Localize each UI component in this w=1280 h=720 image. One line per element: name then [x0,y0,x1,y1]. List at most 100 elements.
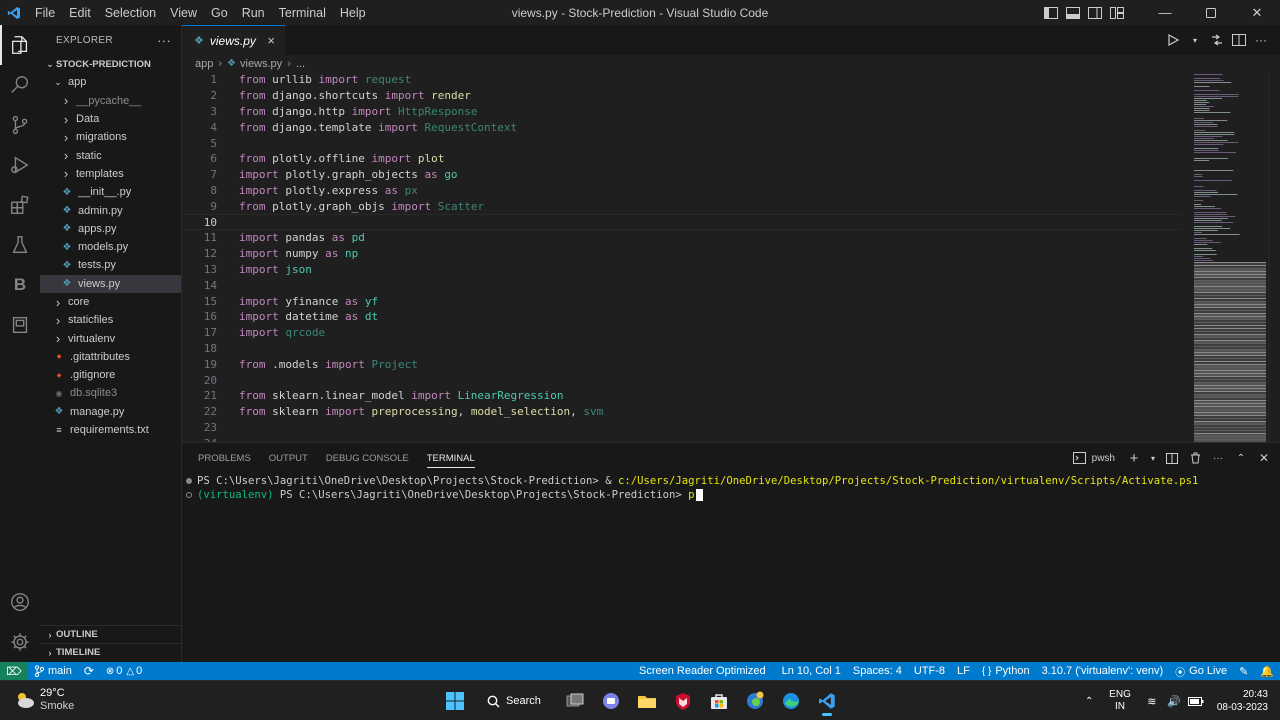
maximize-panel-icon[interactable]: ⌃ [1231,448,1251,468]
tab-views-py[interactable]: ❖ views.py × [182,25,285,55]
source-control-icon[interactable] [0,105,40,145]
code-line[interactable]: 15 import yfinance as yf [182,293,1182,309]
code-line[interactable]: 21 from sklearn.linear_model import Linea… [182,388,1182,404]
outline-section[interactable]: › OUTLINE [40,625,182,643]
go-live-button[interactable]: ⦿ Go Live [1169,662,1233,680]
run-python-file-icon[interactable] [1162,28,1184,53]
tree-item-requirements-txt[interactable]: ≡ requirements.txt [40,421,181,439]
more-actions-icon[interactable]: ··· [1250,28,1272,53]
minimap[interactable] [1192,72,1268,442]
code-line[interactable]: 22 from sklearn import preprocessing, mod… [182,404,1182,420]
tree-item-init-py[interactable]: ❖ __init__.py [40,183,181,201]
menu-run[interactable]: Run [235,6,272,20]
file-explorer-icon[interactable] [629,685,665,717]
close-panel-icon[interactable]: ✕ [1254,448,1274,468]
code-line[interactable]: 7 import plotly.graph_objects as go [182,167,1182,183]
remote-indicator[interactable]: ⌦ [0,662,28,680]
tree-item-staticfiles[interactable]: › staticfiles [40,311,181,329]
toggle-primary-sidebar-icon[interactable] [1040,0,1062,25]
encoding-status[interactable]: UTF-8 [908,662,951,680]
tree-item-core[interactable]: › core [40,293,181,311]
tree-item-apps-py[interactable]: ❖ apps.py [40,220,181,238]
maximize-button[interactable] [1188,0,1234,25]
code-line[interactable]: 4 from django.template import RequestCont… [182,119,1182,135]
task-view-icon[interactable] [557,685,593,717]
accounts-icon[interactable] [0,582,40,622]
menu-selection[interactable]: Selection [98,6,163,20]
chevron-down-icon[interactable]: ▾ [1147,448,1159,468]
tab-debug-console[interactable]: DEBUG CONSOLE [326,443,409,473]
code-line[interactable]: 6 from plotly.offline import plot [182,151,1182,167]
taskbar-search[interactable]: Search [475,685,555,717]
close-tab-icon[interactable]: × [267,33,275,48]
terminal-shell-name[interactable]: pwsh [1092,453,1115,464]
code-editor[interactable]: 1 from urllib import request 2 from django.… [182,72,1280,442]
code-line[interactable]: 18 [182,341,1182,357]
customize-layout-icon[interactable] [1106,0,1128,25]
search-icon[interactable] [0,65,40,105]
breadcrumb-file[interactable]: views.py [240,58,282,70]
extensions-icon[interactable] [0,185,40,225]
vscode-taskbar-icon[interactable] [809,685,845,717]
remote-explorer-icon[interactable] [0,305,40,345]
menu-go[interactable]: Go [204,6,235,20]
testing-icon[interactable] [0,225,40,265]
explorer-icon[interactable] [0,25,40,65]
python-interpreter[interactable]: 3.10.7 ('virtualenv': venv) [1036,662,1170,680]
code-line[interactable]: 19 from .models import Project [182,356,1182,372]
tab-output[interactable]: OUTPUT [269,443,308,473]
tree-item-virtualenv[interactable]: › virtualenv [40,329,181,347]
split-terminal-icon[interactable] [1162,448,1182,468]
screen-reader-status[interactable]: Screen Reader Optimized [633,662,772,680]
code-line[interactable]: 24 [182,435,1182,442]
tree-item-models-py[interactable]: ❖ models.py [40,238,181,256]
code-line[interactable]: 10 [182,214,1182,230]
run-dropdown-icon[interactable]: ▾ [1184,28,1206,53]
edge-browser-icon[interactable] [773,685,809,717]
show-hidden-icons-chevron-icon[interactable]: ⌃ [1079,696,1099,707]
menu-edit[interactable]: Edit [62,6,98,20]
terminal-line-2[interactable]: (virtualenv) PS C:\Users\Jagriti\OneDriv… [186,488,703,502]
problems-status[interactable]: ⊗ 0 △ 0 [100,662,148,680]
code-line[interactable]: 11 import pandas as pd [182,230,1182,246]
editor-scrollbar[interactable] [1268,72,1280,442]
tree-item-gitattributes[interactable]: ◆ .gitattributes [40,348,181,366]
notifications-bell-icon[interactable]: 🔔 [1254,662,1280,680]
windows-start-icon[interactable] [437,685,473,717]
sync-icon[interactable]: ⟳ [78,662,100,680]
code-line[interactable]: 8 import plotly.express as px [182,183,1182,199]
tree-item-gitignore[interactable]: ◆ .gitignore [40,366,181,384]
edge-beta-icon[interactable] [737,685,773,717]
volume-icon[interactable]: 🔊 [1163,695,1185,708]
mcafee-icon[interactable] [665,685,701,717]
code-line[interactable]: 5 [182,135,1182,151]
feedback-icon[interactable]: ✎ [1233,662,1254,680]
toggle-secondary-sidebar-icon[interactable] [1084,0,1106,25]
tree-item-db-sqlite3[interactable]: ◉ db.sqlite3 [40,384,181,402]
tree-item-pycache[interactable]: › __pycache__ [40,92,181,110]
explorer-more-actions-button[interactable]: ··· [157,33,171,48]
tree-item-static[interactable]: › static [40,146,181,164]
manage-gear-icon[interactable] [0,622,40,662]
minimize-button[interactable]: — [1142,0,1188,25]
more-actions-icon[interactable]: ··· [1208,448,1228,468]
code-line[interactable]: 12 import numpy as np [182,246,1182,262]
tree-item-tests-py[interactable]: ❖ tests.py [40,256,181,274]
code-line[interactable]: 9 from plotly.graph_objs import Scatter [182,198,1182,214]
breadcrumb-symbols[interactable]: ... [296,58,305,70]
weather-widget[interactable]: 29°C Smoke [14,687,74,713]
indentation-status[interactable]: Spaces: 4 [847,662,908,680]
tree-item-views-py[interactable]: ❖ views.py [40,274,181,293]
timeline-section[interactable]: › TIMELINE [40,643,182,661]
battery-icon[interactable] [1185,696,1207,706]
cursor-position[interactable]: Ln 10, Col 1 [776,662,847,680]
close-window-button[interactable]: ✕ [1234,0,1280,25]
run-debug-icon[interactable] [0,145,40,185]
breadcrumb-folder[interactable]: app [195,58,213,70]
new-terminal-icon[interactable]: + [1124,448,1144,468]
clock[interactable]: 20:43 08-03-2023 [1217,688,1268,714]
split-editor-icon[interactable] [1228,28,1250,53]
b-extension-icon[interactable]: B [0,265,40,305]
code-line[interactable]: 16 import datetime as dt [182,309,1182,325]
code-line[interactable]: 3 from django.http import HttpResponse [182,104,1182,120]
